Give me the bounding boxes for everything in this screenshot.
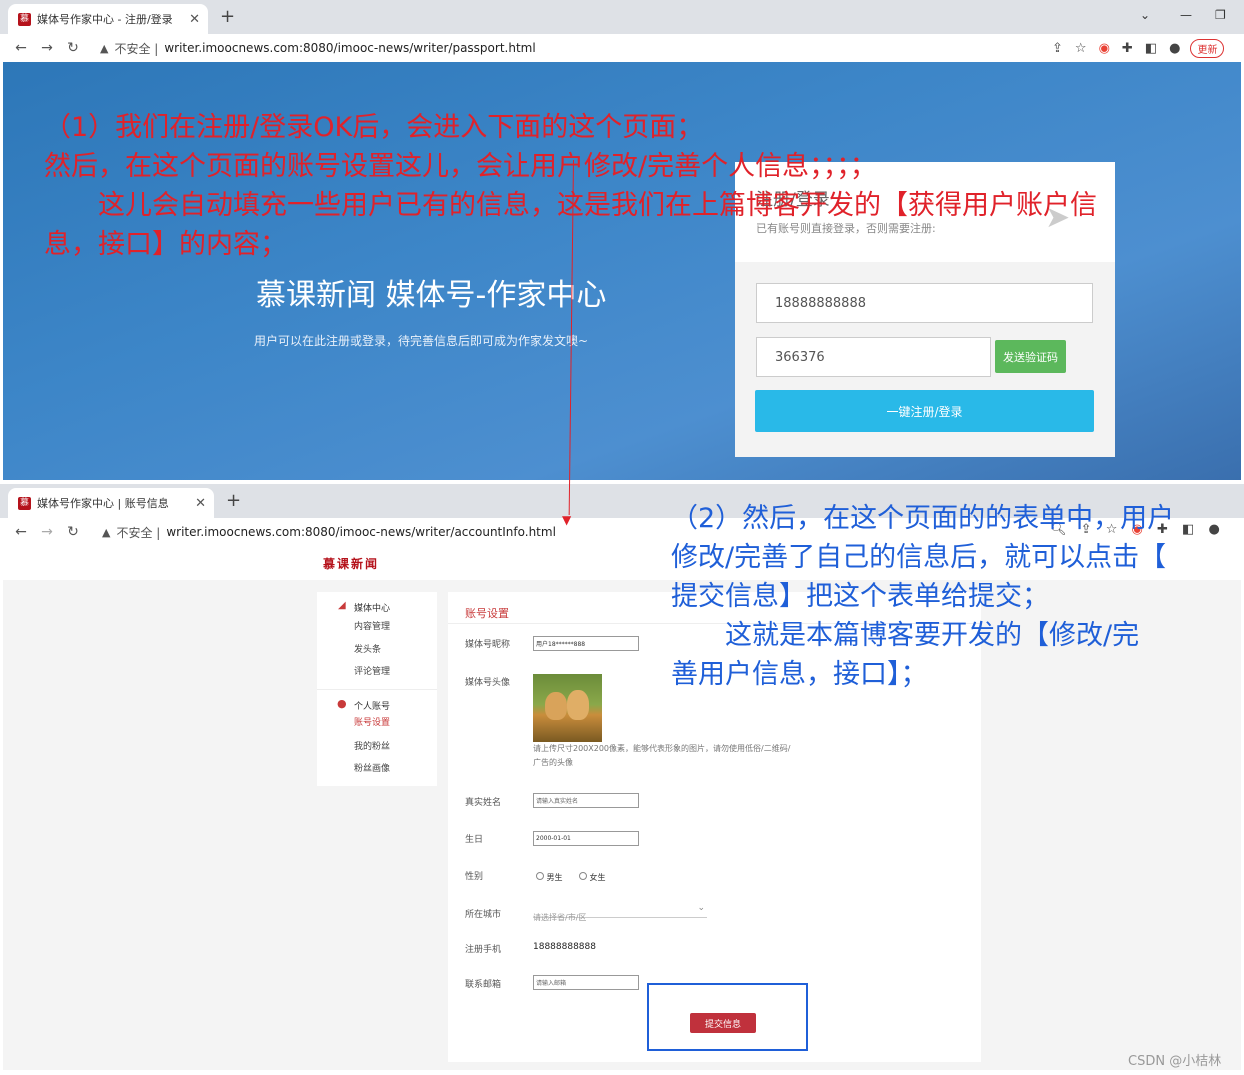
gender-label: 性别 — [465, 872, 484, 882]
annotation-blue-5: 善用户信息，接口】； — [671, 659, 928, 690]
sidebar-item-fan-profile[interactable]: 粉丝画像 — [354, 761, 390, 774]
rss-icon: ◢ — [338, 600, 346, 611]
browser-tab-passport[interactable]: 慕 媒体号作家中心 - 注册/登录 ✕ — [8, 4, 208, 34]
user-icon: ● — [337, 697, 347, 710]
sidebar-item-fans[interactable]: 我的粉丝 — [354, 739, 390, 752]
share-icon[interactable]: ⇪ — [1052, 41, 1063, 56]
realname-label: 真实姓名 — [465, 798, 502, 808]
tab-title: 媒体号作家中心 - 注册/登录 — [37, 13, 173, 26]
phone-input[interactable]: 18888888888 — [756, 283, 1093, 323]
back-icon[interactable]: ← — [8, 40, 34, 56]
reload-icon-2[interactable]: ↻ — [60, 524, 86, 540]
code-input[interactable]: 366376 — [756, 337, 991, 377]
sidebar-item-comments[interactable]: 评论管理 — [354, 664, 390, 677]
url-field[interactable]: ▲ 不安全 | writer.imoocnews.com:8080/imooc-… — [100, 40, 1040, 57]
phone-label: 注册手机 — [465, 945, 502, 955]
security-label-2: 不安全 | — [116, 525, 161, 540]
annotation-red-4: 息，接口】的内容； — [44, 229, 287, 260]
gender-female-radio[interactable]: 女生 — [579, 872, 606, 883]
annotation-arrowhead-icon: ▼ — [562, 513, 572, 527]
hero-title: 慕课新闻 媒体号-作家中心 — [256, 278, 607, 313]
login-submit-button[interactable]: 一键注册/登录 — [755, 390, 1094, 432]
forward-icon-2[interactable]: → — [34, 524, 60, 540]
birthday-input[interactable]: 2000-01-01 — [533, 831, 639, 846]
email-label: 联系邮箱 — [465, 980, 502, 990]
warning-icon-2: ▲ — [102, 525, 111, 539]
sidebar-divider — [317, 689, 437, 690]
warning-icon: ▲ — [100, 41, 109, 55]
tab-title-2: 媒体号作家中心 | 账号信息 — [37, 497, 169, 510]
csdn-watermark: CSDN @小桔林 — [1128, 1054, 1222, 1069]
gender-male-radio[interactable]: 男生 — [536, 872, 563, 883]
back-icon-2[interactable]: ← — [8, 524, 34, 540]
profile-icon[interactable]: ● — [1169, 41, 1180, 56]
avatar-label: 媒体号头像 — [465, 678, 511, 688]
new-tab-icon-2[interactable]: + — [226, 490, 241, 511]
submit-highlight-box — [647, 983, 808, 1051]
forward-icon[interactable]: → — [34, 40, 60, 56]
sidebar-item-account-settings[interactable]: 账号设置 — [354, 715, 390, 728]
sidebar-section-media: 媒体中心 — [354, 604, 391, 614]
tab-search-icon[interactable]: ⌄ — [1140, 8, 1150, 22]
url-field-2[interactable]: ▲ 不安全 | writer.imoocnews.com:8080/imooc-… — [102, 524, 556, 541]
nickname-input[interactable]: 用户18******888 — [533, 636, 639, 651]
annotation-red-3: 这儿会自动填充一些用户已有的信息，这是我们在上篇博客开发的【获得用户账户信 — [44, 190, 1097, 221]
url-text-2: writer.imoocnews.com:8080/imooc-news/wri… — [166, 525, 556, 539]
close-icon[interactable]: ✕ — [189, 12, 200, 27]
realname-input[interactable]: 请输入真实姓名 — [533, 793, 639, 808]
gender-male-label: 男生 — [546, 873, 563, 882]
star-icon[interactable]: ☆ — [1075, 41, 1087, 56]
toolbar-icons: ⇪ ☆ ◉ ✚ ◧ ● — [1040, 41, 1180, 56]
security-label: 不安全 | — [114, 41, 159, 56]
site-favicon-2: 慕 — [18, 496, 31, 510]
city-label: 所在城市 — [465, 910, 502, 920]
annotation-blue-2: 修改/完善了自己的信息后，就可以点击【 — [671, 542, 1167, 573]
puppy-right — [567, 690, 589, 720]
annotation-blue-4: 这就是本篇博客要开发的【修改/完 — [671, 620, 1140, 651]
sidepanel-icon[interactable]: ◧ — [1145, 41, 1157, 56]
annotation-red-2: 然后，在这个页面的账号设置这儿，会让用户修改/完善个人信息；；；； — [44, 151, 877, 182]
radio-circle-male — [536, 872, 544, 880]
update-button[interactable]: 更新 — [1190, 38, 1225, 58]
birthday-label: 生日 — [465, 835, 484, 845]
phone-value: 18888888888 — [533, 942, 596, 952]
maximize-icon[interactable]: ❐ — [1215, 8, 1226, 22]
new-tab-icon[interactable]: + — [220, 6, 235, 27]
address-bar: ← → ↻ ▲ 不安全 | writer.imoocnews.com:8080/… — [0, 34, 1244, 62]
close-icon-2[interactable]: ✕ — [195, 496, 206, 511]
minimize-icon[interactable]: — — [1180, 8, 1192, 22]
hero-subtitle: 用户可以在此注册或登录，待完善信息后即可成为作家发文噢~ — [254, 334, 589, 348]
reload-icon[interactable]: ↻ — [60, 40, 86, 56]
avatar-hint-line2: 广告的头像 — [533, 758, 573, 767]
gender-female-label: 女生 — [589, 873, 606, 882]
browser-tab-account[interactable]: 慕 媒体号作家中心 | 账号信息 ✕ — [8, 488, 214, 518]
send-code-button[interactable]: 发送验证码 — [995, 340, 1066, 373]
profile-icon-2[interactable]: ● — [1208, 522, 1219, 537]
radio-circle-female — [579, 872, 587, 880]
sidebar-item-post[interactable]: 发头条 — [354, 642, 381, 655]
annotation-blue-1: （2）然后，在这个页面的的表单中，用户 — [671, 503, 1175, 534]
nickname-label: 媒体号昵称 — [465, 640, 511, 650]
url-text: writer.imoocnews.com:8080/imooc-news/wri… — [164, 41, 536, 55]
city-select[interactable]: 请选择省/市/区 ⌄ — [533, 903, 707, 922]
avatar-image[interactable] — [533, 674, 602, 742]
site-logo[interactable]: 慕课新闻 — [323, 555, 379, 572]
address-bar-2: ← → ↻ ▲ 不安全 | writer.imoocnews.com:8080/… — [0, 518, 660, 546]
annotation-red-1: （1）我们在注册/登录OK后，会进入下面的这个页面； — [44, 112, 704, 143]
city-placeholder: 请选择省/市/区 — [533, 913, 587, 922]
annotation-blue-3: 提交信息】把这个表单给提交； — [671, 581, 1049, 612]
email-input[interactable]: 请输入邮箱 — [533, 975, 639, 990]
sidebar-item-content[interactable]: 内容管理 — [354, 619, 390, 632]
site-favicon: 慕 — [18, 12, 31, 26]
puppy-left — [545, 692, 567, 720]
avatar-hint-line1: 请上传尺寸200X200像素，能够代表形象的图片，请勿使用低俗/二维码/ — [533, 744, 791, 753]
form-title: 账号设置 — [465, 607, 509, 620]
extensions-icon[interactable]: ✚ — [1122, 41, 1133, 56]
chevron-down-icon: ⌄ — [697, 903, 705, 913]
chrome-icon[interactable]: ◉ — [1099, 41, 1110, 56]
sidepanel-icon-2[interactable]: ◧ — [1182, 522, 1194, 537]
sidebar-section-account: 个人账号 — [354, 702, 391, 712]
